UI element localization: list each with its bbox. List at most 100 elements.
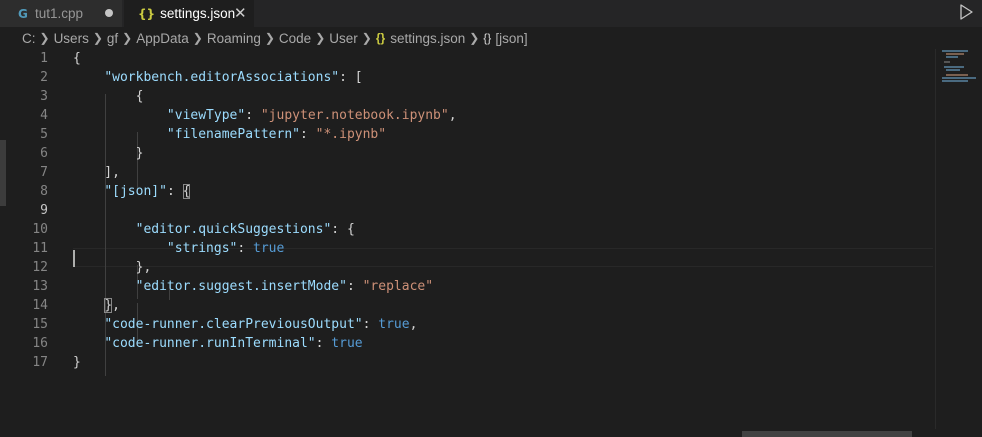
json-punctuation: , (448, 108, 457, 123)
line-number: 15 (32, 317, 48, 332)
json-punctuation: { (73, 51, 81, 66)
code-editor[interactable]: 1{2 "workbench.editorAssociations": [3 {… (0, 49, 935, 429)
json-key: "strings" (166, 241, 238, 256)
code-content: "code-runner.runInTerminal": true (73, 334, 363, 353)
chevron-right-icon: ❯ (315, 31, 326, 45)
code-line: 6 } (0, 144, 935, 163)
json-file-icon: {} (375, 31, 386, 45)
line-number: 16 (32, 336, 48, 351)
line-number: 1 (40, 51, 48, 66)
tab-label: tut1.cpp (35, 6, 84, 21)
json-key: "code-runner.runInTerminal" (104, 336, 316, 351)
code-content: "filenamePattern": "*.ipynb" (73, 125, 386, 144)
json-punctuation: : (237, 241, 254, 256)
code-line: 5 "filenamePattern": "*.ipynb" (0, 125, 935, 144)
tab-settings-json[interactable]: {} settings.json ✕ (124, 0, 254, 27)
chevron-right-icon: ❯ (469, 31, 480, 45)
json-punctuation (73, 317, 104, 332)
line-number: 11 (32, 241, 48, 256)
json-boolean: true (331, 336, 363, 351)
code-line: 15 "code-runner.clearPreviousOutput": tr… (0, 315, 935, 334)
cpp-file-icon: G (18, 6, 28, 21)
line-number: 14 (32, 298, 48, 313)
code-line: 10 "editor.quickSuggestions": { (0, 220, 935, 239)
json-punctuation (73, 279, 136, 294)
json-punctuation: : (245, 108, 261, 123)
json-string: "jupyter.notebook.ipynb" (260, 108, 449, 123)
line-number: 2 (40, 70, 48, 85)
chevron-right-icon: ❯ (122, 31, 133, 45)
breadcrumb-file[interactable]: settings.json (390, 31, 465, 46)
line-number: 4 (40, 108, 48, 123)
json-file-icon: {} (138, 6, 156, 21)
code-content: "editor.suggest.insertMode": "replace" (73, 277, 433, 296)
code-line: 7 ], (0, 163, 935, 182)
json-key: "[json]" (104, 184, 167, 199)
minimap[interactable] (940, 49, 982, 99)
unsaved-dot-icon[interactable] (105, 9, 113, 17)
code-line: 17} (0, 353, 935, 372)
line-number: 8 (40, 184, 48, 199)
breadcrumb-item[interactable]: AppData (136, 31, 189, 46)
json-key: "editor.quickSuggestions" (135, 222, 332, 237)
json-key: "filenamePattern" (166, 127, 300, 142)
line-number: 7 (40, 165, 48, 180)
breadcrumb-symbol[interactable]: [json] (495, 31, 527, 46)
horizontal-scrollbar-thumb[interactable] (742, 431, 912, 437)
code-content: "workbench.editorAssociations": [ (73, 68, 363, 87)
matched-bracket: } (104, 298, 113, 313)
matched-bracket: { (182, 184, 191, 199)
breadcrumb: C: ❯ Users ❯ gf ❯ AppData ❯ Roaming ❯ Co… (0, 27, 982, 49)
line-number: 6 (40, 146, 48, 161)
json-boolean: true (253, 241, 285, 256)
tab-tut1-cpp[interactable]: G tut1.cpp (0, 0, 123, 27)
code-line: 14 }, (0, 296, 935, 315)
line-number: 13 (32, 279, 48, 294)
breadcrumb-item[interactable]: Roaming (207, 31, 261, 46)
json-punctuation: : { (331, 222, 355, 237)
json-punctuation (73, 298, 104, 313)
json-punctuation: } (73, 355, 81, 370)
json-punctuation (73, 222, 136, 237)
code-line: 2 "workbench.editorAssociations": [ (0, 68, 935, 87)
object-symbol-icon: {} (483, 31, 492, 45)
json-punctuation (73, 241, 167, 256)
code-content: "[json]": { (73, 182, 191, 201)
breadcrumb-item[interactable]: Users (54, 31, 89, 46)
code-content: }, (73, 258, 152, 277)
code-content: "editor.quickSuggestions": { (73, 220, 355, 239)
json-punctuation: : (346, 279, 363, 294)
code-line: 3 { (0, 87, 935, 106)
breadcrumb-item[interactable]: C: (22, 31, 36, 46)
json-string: "*.ipynb" (315, 127, 387, 142)
code-line: 9 (0, 201, 935, 220)
close-icon[interactable]: ✕ (234, 4, 247, 22)
breadcrumb-item[interactable]: User (329, 31, 358, 46)
code-content: { (73, 87, 144, 106)
code-line: 11 "strings": true (0, 239, 935, 258)
json-punctuation: } (73, 146, 144, 161)
line-number: 5 (40, 127, 48, 142)
code-line: 12 }, (0, 258, 935, 277)
line-number: 12 (32, 260, 48, 275)
play-icon[interactable] (956, 2, 976, 22)
json-key: "viewType" (166, 108, 246, 123)
json-punctuation (73, 108, 167, 123)
breadcrumb-item[interactable]: gf (107, 31, 118, 46)
code-line: 1{ (0, 49, 935, 68)
code-content: } (73, 353, 81, 372)
json-punctuation: }, (73, 260, 152, 275)
breadcrumb-item[interactable]: Code (279, 31, 311, 46)
json-punctuation: : (299, 127, 316, 142)
chevron-right-icon: ❯ (264, 31, 275, 45)
vertical-scrollbar-thumb[interactable] (0, 140, 6, 206)
json-punctuation: : [ (339, 70, 363, 85)
line-number: 17 (32, 355, 48, 370)
code-line: 4 "viewType": "jupyter.notebook.ipynb", (0, 106, 935, 125)
json-boolean: true (378, 317, 410, 332)
code-content: "strings": true (73, 239, 284, 258)
chevron-right-icon: ❯ (192, 31, 203, 45)
chevron-right-icon: ❯ (92, 31, 103, 45)
code-line: 13 "editor.suggest.insertMode": "replace… (0, 277, 935, 296)
code-content: "viewType": "jupyter.notebook.ipynb", (73, 106, 457, 125)
